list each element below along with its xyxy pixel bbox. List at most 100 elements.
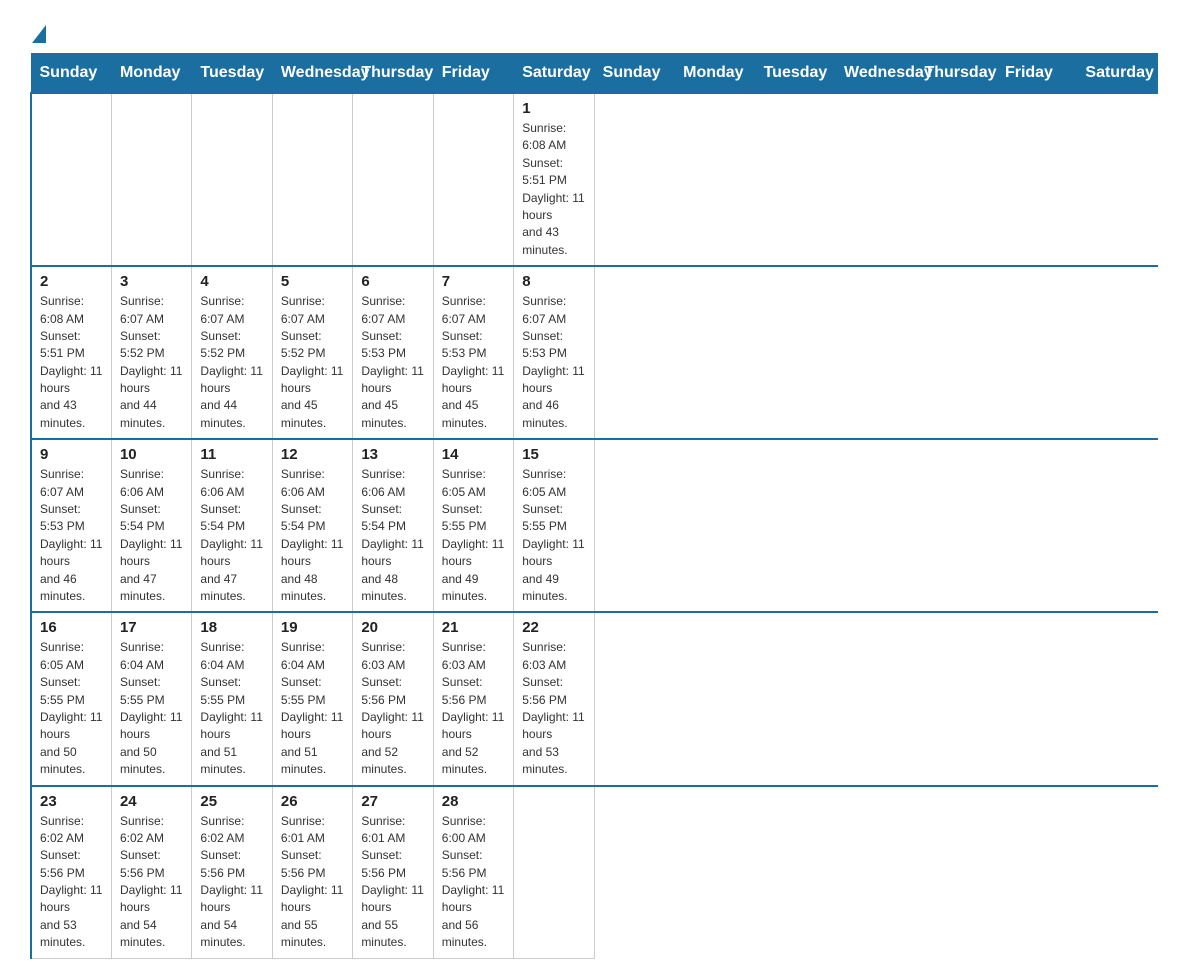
calendar-cell: 12Sunrise: 6:06 AM Sunset: 5:54 PM Dayli… [272,439,352,612]
day-info: Sunrise: 6:02 AM Sunset: 5:56 PM Dayligh… [120,813,183,952]
day-info: Sunrise: 6:04 AM Sunset: 5:55 PM Dayligh… [120,639,183,778]
day-info: Sunrise: 6:06 AM Sunset: 5:54 PM Dayligh… [200,466,263,605]
calendar-cell: 25 Sunrise: 6:02 AM Sunset: 5:56 PM Dayli… [192,786,272,959]
day-info: Sunrise: 6:01 AM Sunset: 5:56 PM Dayligh… [281,813,344,952]
calendar-cell [111,93,191,266]
header-tuesday: Tuesday [192,54,272,94]
day-info: Sunrise: 6:07 AM Sunset: 5:53 PM Dayligh… [522,293,585,432]
calendar-week-3: 9 Sunrise: 6:07 AM Sunset: 5:53 PM Daylig… [31,439,1158,612]
day-info: Sunrise: 6:07 AM Sunset: 5:52 PM Dayligh… [281,293,344,432]
logo-triangle-icon [32,25,46,43]
header-monday: Monday [675,54,755,94]
calendar-cell: 18 Sunrise: 6:04 AM Sunset: 5:55 PM Dayli… [192,612,272,785]
day-info: Sunrise: 6:06 AM Sunset: 5:54 PM Dayligh… [120,466,183,605]
calendar-cell [353,93,433,266]
calendar-cell: 28 Sunrise: 6:00 AM Sunset: 5:56 PM Dayli… [433,786,513,959]
day-number: 25 [200,793,263,810]
header-friday: Friday [996,54,1076,94]
day-number: 7 [442,273,505,290]
header-friday: Friday [433,54,513,94]
calendar-cell: 7 Sunrise: 6:07 AM Sunset: 5:53 PM Daylig… [433,266,513,439]
day-number: 24 [120,793,183,810]
day-number: 9 [40,446,103,463]
calendar-header-row: SundayMondayTuesdayWednesdayThursdayFrid… [31,54,1158,94]
logo [30,20,48,43]
day-info: Sunrise: 6:00 AM Sunset: 5:56 PM Dayligh… [442,813,505,952]
day-number: 8 [522,273,585,290]
day-info: Sunrise: 6:04 AM Sunset: 5:55 PM Dayligh… [281,639,344,778]
calendar-cell: 20Sunrise: 6:03 AM Sunset: 5:56 PM Dayli… [353,612,433,785]
day-number: 11 [200,446,263,463]
header-sunday: Sunday [594,54,674,94]
day-number: 23 [40,793,103,810]
day-number: 4 [200,273,263,290]
calendar-cell: 5 Sunrise: 6:07 AM Sunset: 5:52 PM Daylig… [272,266,352,439]
day-number: 26 [281,793,344,810]
calendar-week-5: 23 Sunrise: 6:02 AM Sunset: 5:56 PM Dayli… [31,786,1158,959]
header-saturday: Saturday [1077,54,1158,94]
day-number: 10 [120,446,183,463]
calendar-cell: 3 Sunrise: 6:07 AM Sunset: 5:52 PM Daylig… [111,266,191,439]
day-info: Sunrise: 6:07 AM Sunset: 5:52 PM Dayligh… [120,293,183,432]
day-info: Sunrise: 6:08 AM Sunset: 5:51 PM Dayligh… [40,293,103,432]
day-info: Sunrise: 6:05 AM Sunset: 5:55 PM Dayligh… [40,639,103,778]
header-tuesday: Tuesday [755,54,835,94]
day-number: 19 [281,619,344,636]
day-number: 14 [442,446,505,463]
day-number: 18 [200,619,263,636]
header-saturday: Saturday [514,54,594,94]
calendar-cell: 23 Sunrise: 6:02 AM Sunset: 5:56 PM Dayli… [31,786,111,959]
calendar-cell: 8 Sunrise: 6:07 AM Sunset: 5:53 PM Daylig… [514,266,594,439]
day-info: Sunrise: 6:05 AM Sunset: 5:55 PM Dayligh… [442,466,505,605]
calendar-week-1: 1Sunrise: 6:08 AM Sunset: 5:51 PM Daylig… [31,93,1158,266]
calendar-cell [31,93,111,266]
calendar-cell: 19 Sunrise: 6:04 AM Sunset: 5:55 PM Dayli… [272,612,352,785]
header-wednesday: Wednesday [272,54,352,94]
calendar-cell [514,786,594,959]
day-number: 16 [40,619,103,636]
calendar-cell [433,93,513,266]
day-number: 27 [361,793,424,810]
day-info: Sunrise: 6:08 AM Sunset: 5:51 PM Dayligh… [522,120,585,259]
day-info: Sunrise: 6:07 AM Sunset: 5:52 PM Dayligh… [200,293,263,432]
day-number: 17 [120,619,183,636]
calendar-cell: 24 Sunrise: 6:02 AM Sunset: 5:56 PM Dayli… [111,786,191,959]
header-wednesday: Wednesday [836,54,916,94]
header-monday: Monday [111,54,191,94]
calendar-week-2: 2 Sunrise: 6:08 AM Sunset: 5:51 PM Daylig… [31,266,1158,439]
day-number: 13 [361,446,424,463]
calendar-cell: 27 Sunrise: 6:01 AM Sunset: 5:56 PM Dayli… [353,786,433,959]
calendar-cell: 10 Sunrise: 6:06 AM Sunset: 5:54 PM Dayli… [111,439,191,612]
day-info: Sunrise: 6:07 AM Sunset: 5:53 PM Dayligh… [40,466,103,605]
calendar-cell: 1Sunrise: 6:08 AM Sunset: 5:51 PM Daylig… [514,93,594,266]
day-number: 3 [120,273,183,290]
day-info: Sunrise: 6:02 AM Sunset: 5:56 PM Dayligh… [200,813,263,952]
day-info: Sunrise: 6:03 AM Sunset: 5:56 PM Dayligh… [361,639,424,778]
day-info: Sunrise: 6:07 AM Sunset: 5:53 PM Dayligh… [442,293,505,432]
calendar-cell: 4 Sunrise: 6:07 AM Sunset: 5:52 PM Daylig… [192,266,272,439]
calendar-cell: 14 Sunrise: 6:05 AM Sunset: 5:55 PM Dayli… [433,439,513,612]
calendar-cell: 22Sunrise: 6:03 AM Sunset: 5:56 PM Dayli… [514,612,594,785]
header-thursday: Thursday [353,54,433,94]
calendar-week-4: 16 Sunrise: 6:05 AM Sunset: 5:55 PM Dayli… [31,612,1158,785]
day-info: Sunrise: 6:03 AM Sunset: 5:56 PM Dayligh… [522,639,585,778]
page-header [30,20,1158,43]
calendar-cell: 15Sunrise: 6:05 AM Sunset: 5:55 PM Dayli… [514,439,594,612]
day-number: 5 [281,273,344,290]
day-info: Sunrise: 6:03 AM Sunset: 5:56 PM Dayligh… [442,639,505,778]
day-info: Sunrise: 6:01 AM Sunset: 5:56 PM Dayligh… [361,813,424,952]
header-sunday: Sunday [31,54,111,94]
day-number: 12 [281,446,344,463]
day-number: 2 [40,273,103,290]
calendar-cell: 6Sunrise: 6:07 AM Sunset: 5:53 PM Daylig… [353,266,433,439]
day-info: Sunrise: 6:02 AM Sunset: 5:56 PM Dayligh… [40,813,103,952]
day-number: 21 [442,619,505,636]
day-number: 28 [442,793,505,810]
day-info: Sunrise: 6:04 AM Sunset: 5:55 PM Dayligh… [200,639,263,778]
day-info: Sunrise: 6:06 AM Sunset: 5:54 PM Dayligh… [361,466,424,605]
calendar-cell: 17 Sunrise: 6:04 AM Sunset: 5:55 PM Dayli… [111,612,191,785]
calendar-cell: 21 Sunrise: 6:03 AM Sunset: 5:56 PM Dayli… [433,612,513,785]
calendar-cell: 13 Sunrise: 6:06 AM Sunset: 5:54 PM Dayli… [353,439,433,612]
calendar-table: SundayMondayTuesdayWednesdayThursdayFrid… [30,53,1158,959]
calendar-cell [272,93,352,266]
